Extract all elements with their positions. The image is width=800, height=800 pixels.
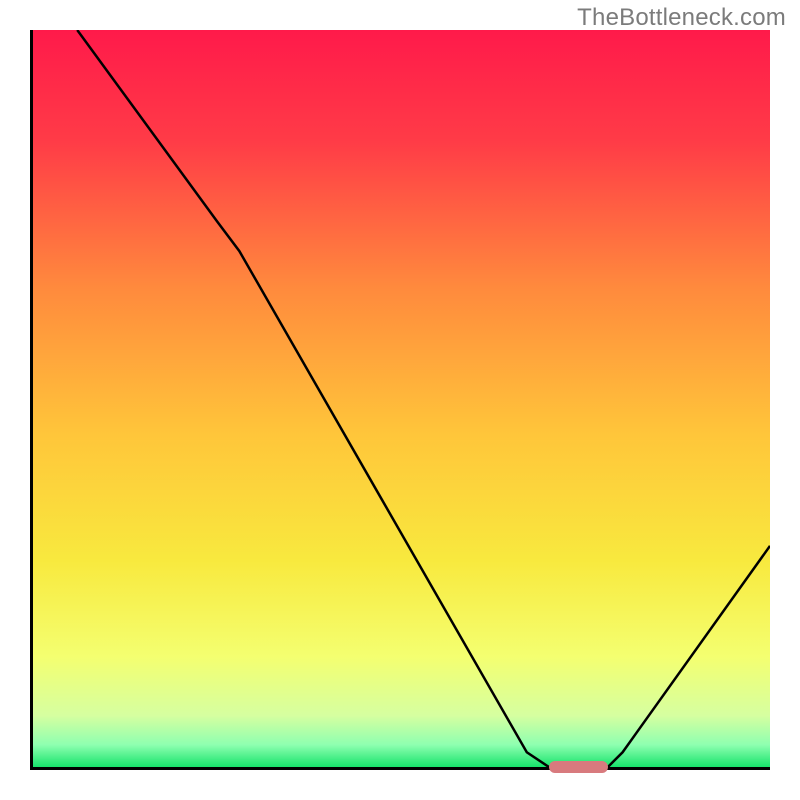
plot-area — [30, 30, 770, 770]
bottleneck-curve — [33, 30, 770, 767]
chart-wrap: TheBottleneck.com — [0, 0, 800, 800]
watermark-text: TheBottleneck.com — [577, 4, 786, 32]
optimal-marker — [549, 761, 608, 773]
